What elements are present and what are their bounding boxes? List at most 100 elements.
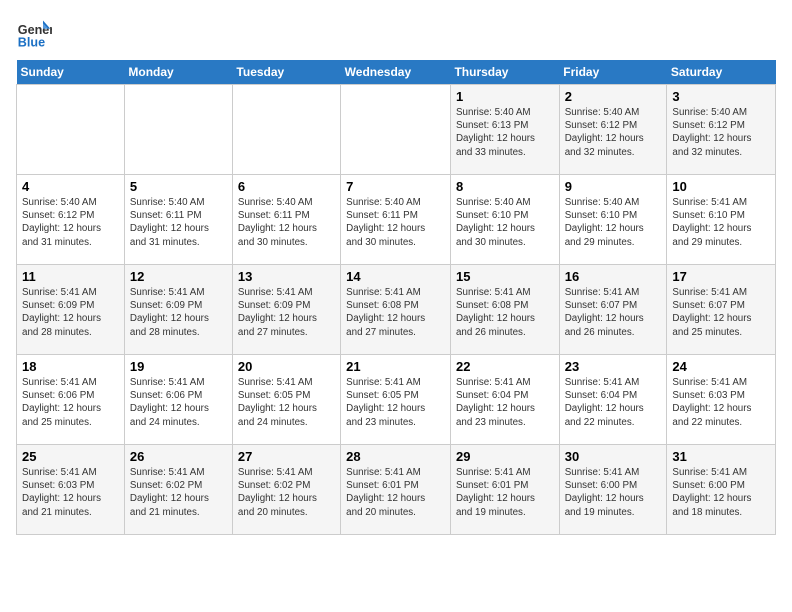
calendar-cell: 10 Sunrise: 5:41 AM Sunset: 6:10 PM Dayli… bbox=[667, 175, 776, 265]
day-info: Sunrise: 5:41 AM Sunset: 6:03 PM Dayligh… bbox=[672, 376, 770, 429]
day-info: Sunrise: 5:40 AM Sunset: 6:11 PM Dayligh… bbox=[238, 196, 335, 249]
day-info: Sunrise: 5:41 AM Sunset: 6:08 PM Dayligh… bbox=[456, 286, 554, 339]
day-info: Sunrise: 5:40 AM Sunset: 6:11 PM Dayligh… bbox=[130, 196, 227, 249]
day-info: Sunrise: 5:41 AM Sunset: 6:07 PM Dayligh… bbox=[672, 286, 770, 339]
day-number: 30 bbox=[565, 449, 662, 464]
calendar-cell: 29 Sunrise: 5:41 AM Sunset: 6:01 PM Dayli… bbox=[450, 445, 559, 535]
calendar-cell: 28 Sunrise: 5:41 AM Sunset: 6:01 PM Dayli… bbox=[341, 445, 451, 535]
calendar-cell: 7 Sunrise: 5:40 AM Sunset: 6:11 PM Daylig… bbox=[341, 175, 451, 265]
col-header-friday: Friday bbox=[559, 60, 667, 85]
day-info: Sunrise: 5:40 AM Sunset: 6:11 PM Dayligh… bbox=[346, 196, 445, 249]
day-info: Sunrise: 5:41 AM Sunset: 6:07 PM Dayligh… bbox=[565, 286, 662, 339]
calendar-cell bbox=[341, 85, 451, 175]
day-info: Sunrise: 5:41 AM Sunset: 6:05 PM Dayligh… bbox=[238, 376, 335, 429]
day-info: Sunrise: 5:41 AM Sunset: 6:04 PM Dayligh… bbox=[565, 376, 662, 429]
day-info: Sunrise: 5:41 AM Sunset: 6:04 PM Dayligh… bbox=[456, 376, 554, 429]
day-number: 22 bbox=[456, 359, 554, 374]
day-number: 13 bbox=[238, 269, 335, 284]
calendar-week-row: 18Sunrise: 5:41 AM Sunset: 6:06 PM Dayli… bbox=[17, 355, 776, 445]
calendar-cell: 31 Sunrise: 5:41 AM Sunset: 6:00 PM Dayli… bbox=[667, 445, 776, 535]
day-info: Sunrise: 5:41 AM Sunset: 6:09 PM Dayligh… bbox=[130, 286, 227, 339]
calendar-cell: 30 Sunrise: 5:41 AM Sunset: 6:00 PM Dayli… bbox=[559, 445, 667, 535]
calendar-cell bbox=[17, 85, 125, 175]
calendar-cell: 24Sunrise: 5:41 AM Sunset: 6:03 PM Dayli… bbox=[667, 355, 776, 445]
calendar-cell bbox=[232, 85, 340, 175]
day-number: 23 bbox=[565, 359, 662, 374]
day-number: 7 bbox=[346, 179, 445, 194]
calendar-cell: 22 Sunrise: 5:41 AM Sunset: 6:04 PM Dayli… bbox=[450, 355, 559, 445]
calendar-cell: 8 Sunrise: 5:40 AM Sunset: 6:10 PM Daylig… bbox=[450, 175, 559, 265]
col-header-saturday: Saturday bbox=[667, 60, 776, 85]
day-info: Sunrise: 5:41 AM Sunset: 6:10 PM Dayligh… bbox=[672, 196, 770, 249]
day-number: 15 bbox=[456, 269, 554, 284]
logo: General Blue bbox=[16, 16, 56, 52]
day-number: 26 bbox=[130, 449, 227, 464]
day-info: Sunrise: 5:41 AM Sunset: 6:01 PM Dayligh… bbox=[456, 466, 554, 519]
day-info: Sunrise: 5:41 AM Sunset: 6:09 PM Dayligh… bbox=[22, 286, 119, 339]
calendar-cell: 5 Sunrise: 5:40 AM Sunset: 6:11 PM Daylig… bbox=[124, 175, 232, 265]
calendar-cell: 15 Sunrise: 5:41 AM Sunset: 6:08 PM Dayli… bbox=[450, 265, 559, 355]
day-info: Sunrise: 5:40 AM Sunset: 6:13 PM Dayligh… bbox=[456, 106, 554, 159]
day-info: Sunrise: 5:41 AM Sunset: 6:06 PM Dayligh… bbox=[130, 376, 227, 429]
day-info: Sunrise: 5:40 AM Sunset: 6:10 PM Dayligh… bbox=[565, 196, 662, 249]
calendar-cell: 14 Sunrise: 5:41 AM Sunset: 6:08 PM Dayli… bbox=[341, 265, 451, 355]
day-number: 10 bbox=[672, 179, 770, 194]
col-header-thursday: Thursday bbox=[450, 60, 559, 85]
calendar-cell: 25 Sunrise: 5:41 AM Sunset: 6:03 PM Dayli… bbox=[17, 445, 125, 535]
day-number: 3 bbox=[672, 89, 770, 104]
day-number: 2 bbox=[565, 89, 662, 104]
calendar-cell: 6 Sunrise: 5:40 AM Sunset: 6:11 PM Daylig… bbox=[232, 175, 340, 265]
col-header-monday: Monday bbox=[124, 60, 232, 85]
day-number: 25 bbox=[22, 449, 119, 464]
day-number: 28 bbox=[346, 449, 445, 464]
day-number: 16 bbox=[565, 269, 662, 284]
day-info: Sunrise: 5:40 AM Sunset: 6:12 PM Dayligh… bbox=[565, 106, 662, 159]
logo-icon: General Blue bbox=[16, 16, 52, 52]
day-number: 19 bbox=[130, 359, 227, 374]
calendar-week-row: 11Sunrise: 5:41 AM Sunset: 6:09 PM Dayli… bbox=[17, 265, 776, 355]
svg-text:Blue: Blue bbox=[18, 36, 45, 50]
day-number: 9 bbox=[565, 179, 662, 194]
calendar-table: SundayMondayTuesdayWednesdayThursdayFrid… bbox=[16, 60, 776, 535]
day-info: Sunrise: 5:41 AM Sunset: 6:01 PM Dayligh… bbox=[346, 466, 445, 519]
day-info: Sunrise: 5:40 AM Sunset: 6:12 PM Dayligh… bbox=[672, 106, 770, 159]
calendar-cell: 18Sunrise: 5:41 AM Sunset: 6:06 PM Dayli… bbox=[17, 355, 125, 445]
day-number: 14 bbox=[346, 269, 445, 284]
calendar-cell: 4Sunrise: 5:40 AM Sunset: 6:12 PM Daylig… bbox=[17, 175, 125, 265]
calendar-cell: 23 Sunrise: 5:41 AM Sunset: 6:04 PM Dayli… bbox=[559, 355, 667, 445]
calendar-cell: 12 Sunrise: 5:41 AM Sunset: 6:09 PM Dayli… bbox=[124, 265, 232, 355]
day-info: Sunrise: 5:41 AM Sunset: 6:00 PM Dayligh… bbox=[565, 466, 662, 519]
day-number: 6 bbox=[238, 179, 335, 194]
day-info: Sunrise: 5:41 AM Sunset: 6:09 PM Dayligh… bbox=[238, 286, 335, 339]
day-info: Sunrise: 5:41 AM Sunset: 6:05 PM Dayligh… bbox=[346, 376, 445, 429]
col-header-tuesday: Tuesday bbox=[232, 60, 340, 85]
calendar-cell: 3 Sunrise: 5:40 AM Sunset: 6:12 PM Daylig… bbox=[667, 85, 776, 175]
day-number: 4 bbox=[22, 179, 119, 194]
day-info: Sunrise: 5:40 AM Sunset: 6:10 PM Dayligh… bbox=[456, 196, 554, 249]
day-info: Sunrise: 5:41 AM Sunset: 6:08 PM Dayligh… bbox=[346, 286, 445, 339]
calendar-cell: 2 Sunrise: 5:40 AM Sunset: 6:12 PM Daylig… bbox=[559, 85, 667, 175]
calendar-week-row: 4Sunrise: 5:40 AM Sunset: 6:12 PM Daylig… bbox=[17, 175, 776, 265]
day-number: 29 bbox=[456, 449, 554, 464]
col-header-wednesday: Wednesday bbox=[341, 60, 451, 85]
page-header: General Blue bbox=[16, 16, 776, 52]
day-number: 8 bbox=[456, 179, 554, 194]
day-number: 31 bbox=[672, 449, 770, 464]
calendar-cell: 16 Sunrise: 5:41 AM Sunset: 6:07 PM Dayli… bbox=[559, 265, 667, 355]
day-info: Sunrise: 5:41 AM Sunset: 6:00 PM Dayligh… bbox=[672, 466, 770, 519]
day-number: 1 bbox=[456, 89, 554, 104]
calendar-cell: 13 Sunrise: 5:41 AM Sunset: 6:09 PM Dayli… bbox=[232, 265, 340, 355]
calendar-cell: 21 Sunrise: 5:41 AM Sunset: 6:05 PM Dayli… bbox=[341, 355, 451, 445]
calendar-cell: 27Sunrise: 5:41 AM Sunset: 6:02 PM Dayli… bbox=[232, 445, 340, 535]
calendar-cell: 1 Sunrise: 5:40 AM Sunset: 6:13 PM Daylig… bbox=[450, 85, 559, 175]
calendar-cell bbox=[124, 85, 232, 175]
day-number: 21 bbox=[346, 359, 445, 374]
day-number: 17 bbox=[672, 269, 770, 284]
calendar-cell: 11Sunrise: 5:41 AM Sunset: 6:09 PM Dayli… bbox=[17, 265, 125, 355]
day-info: Sunrise: 5:41 AM Sunset: 6:02 PM Dayligh… bbox=[238, 466, 335, 519]
day-info: Sunrise: 5:41 AM Sunset: 6:03 PM Dayligh… bbox=[22, 466, 119, 519]
day-number: 5 bbox=[130, 179, 227, 194]
col-header-sunday: Sunday bbox=[17, 60, 125, 85]
day-number: 12 bbox=[130, 269, 227, 284]
day-info: Sunrise: 5:41 AM Sunset: 6:02 PM Dayligh… bbox=[130, 466, 227, 519]
